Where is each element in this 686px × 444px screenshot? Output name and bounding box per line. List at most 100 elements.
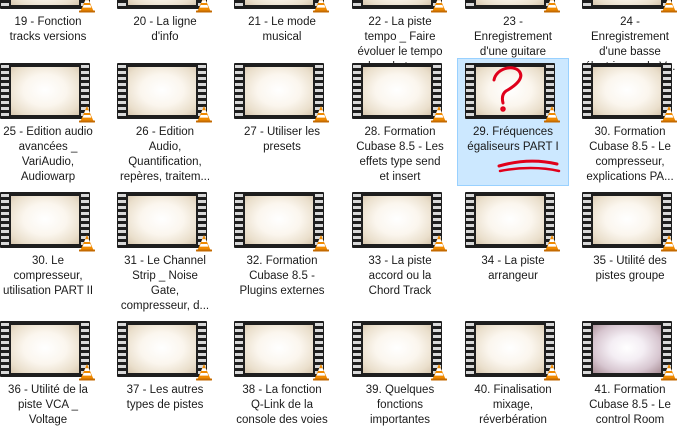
film-strip-icon — [234, 63, 324, 119]
video-file-item[interactable]: 28. Formation Cubase 8.5 - Les effets ty… — [344, 58, 456, 186]
film-strip-icon — [352, 321, 442, 377]
video-file-item[interactable]: 30. Formation Cubase 8.5 - Le compresseu… — [574, 58, 686, 186]
vlc-cone-icon — [661, 0, 677, 13]
film-strip-icon — [234, 0, 324, 9]
film-strip-icon — [117, 0, 207, 9]
file-name-label: 38 - La fonction Q-Link de la console de… — [236, 384, 328, 426]
video-file-item[interactable]: 38 - La fonction Q-Link de la console de… — [226, 316, 338, 444]
film-strip-icon — [0, 63, 90, 119]
film-strip-icon — [582, 63, 672, 119]
file-name-label: 21 - Le mode musical — [248, 16, 316, 43]
film-strip-icon — [234, 192, 324, 248]
video-thumbnail-icon — [352, 321, 448, 381]
video-file-item[interactable]: 25 - Edition audio avancées _ VariAudio,… — [0, 58, 104, 186]
video-thumbnail-icon — [117, 0, 213, 13]
file-name-label: 41. Formation Cubase 8.5 - Le control Ro… — [589, 384, 671, 426]
video-thumbnail-icon — [234, 321, 330, 381]
video-thumbnail-icon — [0, 0, 96, 13]
vlc-cone-icon — [313, 106, 329, 123]
file-name-label: 30. Formation Cubase 8.5 - Le compresseu… — [586, 126, 674, 183]
vlc-cone-icon — [196, 106, 212, 123]
video-thumbnail-icon — [234, 0, 330, 13]
video-thumbnail-icon — [234, 192, 330, 252]
file-name-label: 39. Quelques fonctions importantes — [365, 384, 435, 426]
video-thumbnail-icon — [0, 321, 96, 381]
video-file-item[interactable]: 31 - Le Channel Strip _ Noise Gate, comp… — [109, 187, 221, 315]
video-thumbnail-icon — [582, 321, 678, 381]
film-strip-icon — [465, 192, 555, 248]
vlc-cone-icon — [544, 364, 560, 381]
video-thumbnail-icon — [0, 63, 96, 123]
video-file-item[interactable]: 33 - La piste accord ou la Chord Track — [344, 187, 456, 315]
file-name-label: 29. Fréquences égaliseurs PART I — [467, 126, 559, 153]
file-name-label: 26 - Edition Audio, Quantification, repè… — [119, 126, 211, 183]
film-strip-icon — [465, 0, 555, 9]
file-name-label: 40. Finalisation mixage, réverbération — [474, 384, 552, 426]
film-strip-icon — [117, 192, 207, 248]
file-name-label: 20 - La ligne d'info — [133, 16, 197, 43]
film-strip-icon — [352, 63, 442, 119]
video-thumbnail-icon — [582, 63, 678, 123]
video-thumbnail-icon — [465, 63, 561, 123]
video-thumbnail-icon — [582, 192, 678, 252]
vlc-cone-icon — [79, 235, 95, 252]
film-strip-icon — [117, 63, 207, 119]
vlc-cone-icon — [79, 0, 95, 13]
video-file-item[interactable]: 27 - Utiliser les presets — [226, 58, 338, 186]
file-name-label: 36 - Utilité de la piste VCA _ Voltage — [8, 384, 88, 426]
vlc-cone-icon — [661, 106, 677, 123]
video-thumbnail-icon — [352, 0, 448, 13]
video-file-item[interactable]: 37 - Les autres types de pistes — [109, 316, 221, 444]
video-file-item[interactable]: 29. Fréquences égaliseurs PART I — [457, 58, 569, 186]
vlc-cone-icon — [196, 0, 212, 13]
video-thumbnail-icon — [465, 192, 561, 252]
file-name-label: 27 - Utiliser les presets — [243, 126, 321, 153]
film-strip-icon — [234, 321, 324, 377]
video-file-item[interactable]: 32. Formation Cubase 8.5 - Plugins exter… — [226, 187, 338, 315]
video-file-item[interactable]: 41. Formation Cubase 8.5 - Le control Ro… — [574, 316, 686, 444]
vlc-cone-icon — [431, 235, 447, 252]
video-thumbnail-icon — [234, 63, 330, 123]
file-name-label: 19 - Fonction tracks versions — [9, 16, 87, 43]
file-name-label: 31 - Le Channel Strip _ Noise Gate, comp… — [120, 255, 210, 312]
vlc-cone-icon — [313, 364, 329, 381]
film-strip-icon — [117, 321, 207, 377]
vlc-cone-icon — [79, 364, 95, 381]
video-file-item[interactable]: 40. Finalisation mixage, réverbération — [457, 316, 569, 444]
vlc-cone-icon — [544, 0, 560, 13]
vlc-cone-icon — [431, 0, 447, 13]
vlc-cone-icon — [196, 364, 212, 381]
vlc-cone-icon — [661, 235, 677, 252]
video-file-item[interactable]: 30. Le compresseur, utilisation PART II — [0, 187, 104, 315]
video-thumbnail-icon — [352, 192, 448, 252]
file-grid: 19 - Fonction tracks versions 20 - La lig… — [0, 0, 686, 426]
film-strip-icon — [0, 192, 90, 248]
file-name-label: 30. Le compresseur, utilisation PART II — [2, 255, 94, 297]
video-file-item[interactable]: 26 - Edition Audio, Quantification, repè… — [109, 58, 221, 186]
file-name-label: 25 - Edition audio avancées _ VariAudio,… — [3, 126, 93, 183]
vlc-cone-icon — [544, 106, 560, 123]
film-strip-icon — [352, 192, 442, 248]
video-thumbnail-icon — [352, 63, 448, 123]
file-name-label: 37 - Les autres types de pistes — [126, 384, 204, 411]
video-thumbnail-icon — [117, 321, 213, 381]
video-thumbnail-icon — [117, 63, 213, 123]
vlc-cone-icon — [431, 364, 447, 381]
video-file-item[interactable]: 39. Quelques fonctions importantes — [344, 316, 456, 444]
file-name-label: 34 - La piste arrangeur — [481, 255, 545, 282]
video-file-item[interactable]: 34 - La piste arrangeur — [457, 187, 569, 315]
vlc-cone-icon — [196, 235, 212, 252]
file-name-label: 33 - La piste accord ou la Chord Track — [368, 255, 432, 297]
video-thumbnail-icon — [0, 192, 96, 252]
film-strip-icon — [582, 0, 672, 9]
video-thumbnail-icon — [465, 321, 561, 381]
film-strip-icon — [0, 321, 90, 377]
vlc-cone-icon — [544, 235, 560, 252]
film-strip-icon — [465, 63, 555, 119]
video-file-item[interactable]: 35 - Utilité des pistes groupe — [574, 187, 686, 315]
video-file-item[interactable]: 36 - Utilité de la piste VCA _ Voltage — [0, 316, 104, 444]
video-thumbnail-icon — [582, 0, 678, 13]
file-name-label: 35 - Utilité des pistes groupe — [593, 255, 667, 282]
film-strip-icon — [465, 321, 555, 377]
video-thumbnail-icon — [465, 0, 561, 13]
